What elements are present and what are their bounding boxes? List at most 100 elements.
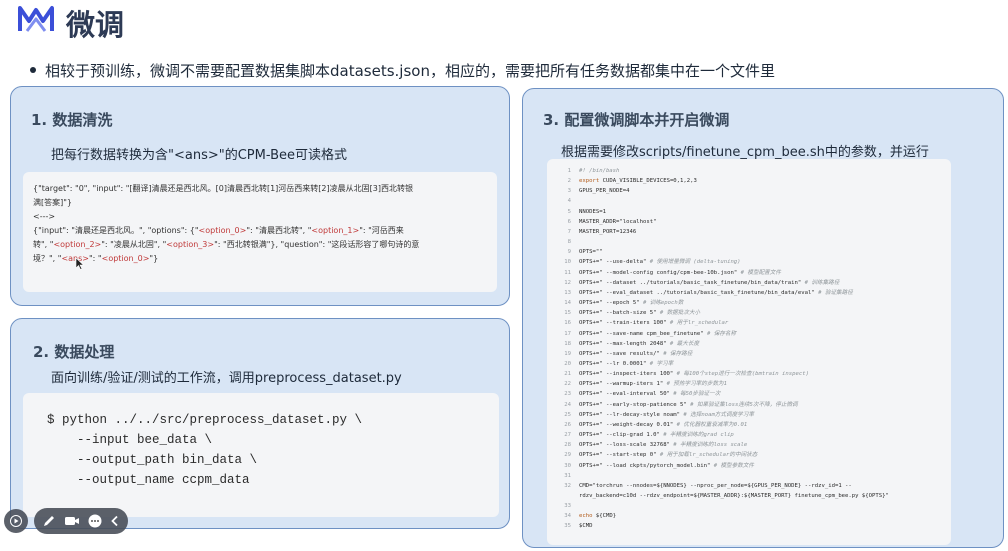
code-line: 满[答案]"} bbox=[33, 198, 73, 207]
script-line: 3 GPUS_PER_NODE=4 bbox=[553, 186, 945, 196]
line-number: 28 bbox=[564, 442, 571, 449]
line-number: 18 bbox=[564, 340, 571, 347]
section-description: 面向训练/验证/测试的工作流，调用preprocess_dataset.py bbox=[51, 371, 402, 386]
camera-icon[interactable] bbox=[64, 515, 80, 527]
line-number: 31 bbox=[564, 472, 571, 479]
script-line: 15 OPTS+=" --batch-size 5" # 数据批次大小 bbox=[553, 308, 945, 318]
line-number: 7 bbox=[567, 228, 571, 235]
script-line: 26 OPTS+=" --weight-decay 0.01" # 优化器权重衰减… bbox=[553, 420, 945, 430]
line-number: 2 bbox=[567, 178, 571, 185]
data-processing-card: 2. 数据处理 面向训练/验证/测试的工作流，调用preprocess_data… bbox=[10, 318, 510, 529]
script-line: 18 OPTS+=" --max-length 2048" # 最大长度 bbox=[553, 339, 945, 349]
script-line: 12 OPTS+=" --dataset ../tutorials/basic_t… bbox=[553, 278, 945, 288]
script-line: 23 OPTS+=" --eval-interval 50" # 每50步验证一次 bbox=[553, 389, 945, 399]
script-line: 5 NNODES=1 bbox=[553, 207, 945, 217]
line-number: 35 bbox=[564, 523, 571, 530]
script-line: 8 bbox=[553, 237, 945, 247]
line-number: 10 bbox=[564, 259, 571, 266]
more-icon[interactable] bbox=[88, 514, 102, 528]
section-title: 1. 数据清洗 bbox=[31, 111, 113, 129]
line-number: 26 bbox=[564, 421, 571, 428]
line-number: 15 bbox=[564, 310, 571, 317]
section-title: 2. 数据处理 bbox=[33, 343, 115, 361]
line-number: 24 bbox=[564, 401, 571, 408]
script-line: 34 echo ${CMD} bbox=[553, 511, 945, 521]
script-line: 28 OPTS+=" --loss-scale 32768" # 半精度训练的lo… bbox=[553, 440, 945, 450]
line-number: 32 bbox=[564, 482, 571, 489]
script-line: 17 OPTS+=" --save-name cpm_bee_finetune" … bbox=[553, 329, 945, 339]
mountain-logo-icon bbox=[18, 6, 54, 32]
json-example-block: {"target": "0", "input": "[翻译]清晨还是西北风。[0… bbox=[23, 172, 497, 292]
line-number: 5 bbox=[567, 208, 571, 215]
pen-icon[interactable] bbox=[42, 514, 56, 528]
intro-bullet: 相较于预训练，微调不需要配置数据集脚本datasets.json，相应的，需要把… bbox=[30, 60, 775, 81]
line-number: 23 bbox=[564, 391, 571, 398]
script-line: 20 OPTS+=" --lr 0.0001" # 学习率 bbox=[553, 359, 945, 369]
line-number: 13 bbox=[564, 289, 571, 296]
script-line: 30 OPTS+=" --load ckpts/pytorch_model.bin… bbox=[553, 461, 945, 471]
script-line: 1 #! /bin/bash bbox=[553, 166, 945, 176]
bullet-dot bbox=[30, 66, 36, 73]
collapse-icon[interactable] bbox=[110, 515, 120, 527]
line-number: 29 bbox=[564, 452, 571, 459]
code-line: <---> bbox=[33, 212, 56, 221]
code-line: --output_path bin_data \ bbox=[47, 453, 258, 467]
line-number: 19 bbox=[564, 350, 571, 357]
script-line: 22 OPTS+=" --warmup-iters 1" # 预热学习率的步数为1 bbox=[553, 379, 945, 389]
intro-text: 相较于预训练，微调不需要配置数据集脚本datasets.json，相应的，需要把… bbox=[45, 62, 775, 80]
code-line: {"target": "0", "input": "[翻译]清晨还是西北风。[0… bbox=[33, 184, 413, 193]
line-number: 25 bbox=[564, 411, 571, 418]
section-description: 根据需要修改scripts/finetune_cpm_bee.sh中的参数，并运… bbox=[561, 145, 929, 160]
line-number: 17 bbox=[564, 330, 571, 337]
line-number: 30 bbox=[564, 462, 571, 469]
line-number: 3 bbox=[567, 188, 571, 195]
line-number: 16 bbox=[564, 320, 571, 327]
script-line: 29 OPTS+=" --start-step 0" # 用于加载lr_sched… bbox=[553, 450, 945, 460]
shell-command-block: $ python ../../src/preprocess_dataset.py… bbox=[23, 393, 499, 517]
line-number: 22 bbox=[564, 381, 571, 388]
data-cleaning-card: 1. 数据清洗 把每行数据转换为含"<ans>"的CPM-Bee可读格式 {"t… bbox=[10, 86, 510, 306]
section-description: 把每行数据转换为含"<ans>"的CPM-Bee可读格式 bbox=[51, 148, 347, 163]
code-line: 境？", "<ans>": "<option_0>"} bbox=[33, 254, 159, 263]
line-number: 20 bbox=[564, 360, 571, 367]
script-line: 14 OPTS+=" --epoch 5" # 训练epoch数 bbox=[553, 298, 945, 308]
line-number: 34 bbox=[564, 513, 571, 520]
toolbar-pill bbox=[34, 508, 128, 534]
script-line: 32 CMD="torchrun --nnodes=${NNODES} --npr… bbox=[553, 481, 945, 491]
line-number: 11 bbox=[564, 269, 571, 276]
line-number: 8 bbox=[567, 239, 571, 246]
script-line: 24 OPTS+=" --early-stop-patience 5" # 如果验… bbox=[553, 400, 945, 410]
code-line: {"input": "清晨还是西北风。", "options": {"<opti… bbox=[33, 226, 404, 235]
script-line: 6 MASTER_ADDR="localhost" bbox=[553, 217, 945, 227]
script-line: 21 OPTS+=" --inspect-iters 100" # 每100个st… bbox=[553, 369, 945, 379]
script-line: 4 bbox=[553, 196, 945, 206]
page-title: 微调 bbox=[66, 8, 125, 42]
section-title: 3. 配置微调脚本并开启微调 bbox=[543, 111, 730, 129]
line-number: 14 bbox=[564, 300, 571, 307]
presentation-toolbar bbox=[0, 508, 150, 534]
script-line: 19 OPTS+=" --save results/" # 保存路径 bbox=[553, 349, 945, 359]
script-line: 2 export CUDA_VISIBLE_DEVICES=0,1,2,3 bbox=[553, 176, 945, 186]
finetune-script-card: 3. 配置微调脚本并开启微调 根据需要修改scripts/finetune_cp… bbox=[522, 88, 1004, 548]
line-number: 9 bbox=[567, 249, 571, 256]
script-line: 35 $CMD bbox=[553, 521, 945, 531]
script-line: 13 OPTS+=" --eval_dataset ../tutorials/ba… bbox=[553, 288, 945, 298]
script-line: 16 OPTS+=" --train-iters 100" # 用于lr_sche… bbox=[553, 318, 945, 328]
code-line: 转", "<option_2>": "凌晨从北固", "<option_3>":… bbox=[33, 240, 420, 249]
script-line: 10 OPTS+=" --use-delta" # 使用增量微调 (delta-t… bbox=[553, 257, 945, 267]
script-line: 27 OPTS+=" --clip-grad 1.0" # 半精度训练的grad … bbox=[553, 430, 945, 440]
code-line: --output_name ccpm_data bbox=[47, 473, 250, 487]
script-line: 25 OPTS+=" --lr-decay-style noam" # 选择noa… bbox=[553, 410, 945, 420]
mouse-cursor-icon bbox=[76, 258, 84, 270]
play-icon[interactable] bbox=[4, 509, 28, 533]
script-line: 33 bbox=[553, 501, 945, 511]
line-number: 1 bbox=[567, 168, 571, 174]
line-number: 4 bbox=[567, 198, 571, 205]
line-number: 6 bbox=[567, 218, 571, 225]
code-line: --input bee_data \ bbox=[47, 433, 213, 447]
script-line: rdzv_backend=c10d --rdzv_endpoint=${MAST… bbox=[579, 493, 889, 499]
script-line: 7 MASTER_PORT=12346 bbox=[553, 227, 945, 237]
line-number: 27 bbox=[564, 432, 571, 439]
script-line: 9 OPTS="" bbox=[553, 247, 945, 257]
code-line: $ python ../../src/preprocess_dataset.py… bbox=[47, 413, 363, 427]
